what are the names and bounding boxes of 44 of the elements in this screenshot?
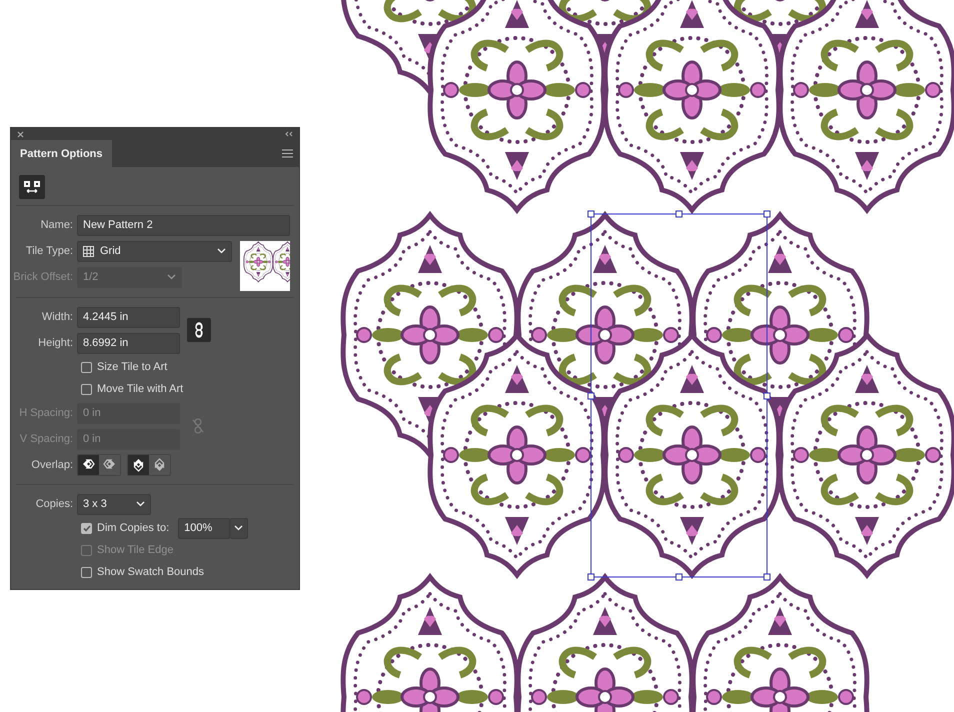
input-field[interactable]: New Pattern 2 [77,214,290,236]
dropdown[interactable]: 3 x 3 [77,494,151,514]
field-label: Overlap: [30,459,74,471]
field-label: H Spacing: [18,407,74,419]
field-label: Height: [37,337,74,349]
field-label: Width: [40,311,74,323]
close-icon[interactable] [17,130,24,138]
overlap-icon [131,458,146,472]
chevron-icon [136,501,145,507]
tile-boundary[interactable] [588,210,770,580]
overlap-button[interactable] [128,455,149,475]
chevron-icon [167,274,176,280]
checkbox[interactable] [81,566,92,578]
dropdown-button[interactable] [230,518,248,538]
checkbox-label: Move Tile with Art [97,383,184,395]
dropdown[interactable]: Grid [77,240,232,262]
input-field[interactable]: 8.6992 in [77,332,180,354]
field-label: Copies: [34,498,74,510]
checkbox-label: Show Tile Edge [97,544,174,556]
tile-edit-button[interactable] [19,175,45,199]
field-label: V Spacing: [18,433,74,445]
chevron-icon [234,525,244,531]
link-button[interactable] [187,318,211,342]
swatch-preview [240,241,290,291]
checkbox[interactable] [81,362,92,372]
field-label: Brick Offset: [12,271,74,283]
checkbox-label: Size Tile to Art [97,361,168,373]
chevron-icon [217,248,226,254]
checkbox-label: Dim Copies to: [97,522,170,534]
panel-tab[interactable]: Pattern Options [11,140,112,167]
collapse-icon[interactable] [284,131,293,137]
grid-icon [83,246,94,256]
field-label: Tile Type: [24,245,74,257]
checkbox-label: Show Swatch Bounds [97,566,204,578]
checkbox[interactable] [81,384,92,394]
chain-link-icon [195,322,203,338]
menu-icon[interactable] [282,149,293,158]
overlap-icon [152,458,167,472]
field-label: Name: [40,219,74,231]
input-field[interactable]: 4.2445 in [77,306,180,328]
checkbox[interactable] [81,522,92,534]
tile-tool-icon [23,180,41,194]
input-field[interactable]: 100% [178,518,230,538]
overlap-button[interactable] [78,455,99,475]
